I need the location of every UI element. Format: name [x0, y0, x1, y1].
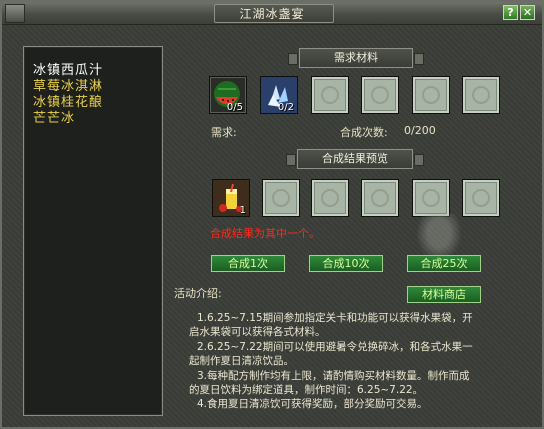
result-slot-empty[interactable] — [412, 179, 450, 217]
result-slot-empty[interactable] — [262, 179, 300, 217]
result-count: 1 — [239, 205, 246, 216]
result-slot-empty[interactable] — [462, 179, 500, 217]
material-count: 0/2 — [277, 102, 294, 113]
close-button[interactable]: ✕ — [520, 5, 535, 20]
material-slot[interactable]: 0/5 — [209, 76, 247, 114]
recipe-item[interactable]: 冰镇桂花酿 — [33, 95, 103, 111]
result-slot-empty[interactable] — [361, 179, 399, 217]
craft-25-button[interactable]: 合成25次 — [407, 255, 481, 272]
result-slot[interactable]: 1 — [212, 179, 250, 217]
craft-times-label: 合成次数: — [340, 126, 388, 139]
title-bar[interactable]: 江湖冰盏宴 ? ✕ — [2, 2, 542, 25]
intro-line: 的夏日饮料为绑定道具，制作时间：6.25~7.22。 — [189, 384, 424, 397]
craft-10-button[interactable]: 合成10次 — [309, 255, 383, 272]
material-slot-empty[interactable] — [361, 76, 399, 114]
material-slot[interactable]: 0/2 — [260, 76, 298, 114]
intro-label: 活动介绍: — [174, 287, 222, 300]
material-slot-empty[interactable] — [412, 76, 450, 114]
help-button[interactable]: ? — [503, 5, 518, 20]
material-shop-button[interactable]: 材料商店 — [407, 286, 481, 303]
material-count: 0/5 — [226, 102, 243, 113]
craft-1-button[interactable]: 合成1次 — [211, 255, 285, 272]
recipe-item[interactable]: 草莓冰淇淋 — [33, 79, 103, 95]
intro-line: 2.6.25~7.22期间可以使用避暑令兑换碎冰，和各式水果一 — [197, 340, 473, 353]
result-note: 合成结果为其中一个。 — [210, 227, 320, 240]
intro-line: 启水果袋可以获得各式材料。 — [189, 326, 326, 339]
intro-line: 3.每种配方制作均有上限，请酌情购买材料数量。制作而成 — [197, 369, 470, 382]
window-title: 江湖冰盏宴 — [239, 7, 305, 21]
recipe-item[interactable]: 芒芒冰 — [33, 111, 75, 127]
result-slot-empty[interactable] — [311, 179, 349, 217]
material-slot-empty[interactable] — [462, 76, 500, 114]
need-label: 需求: — [211, 126, 237, 139]
intro-line: 4.食用夏日清凉饮可获得奖励，部分奖励可交易。 — [197, 398, 428, 411]
materials-header: 需求材料 — [288, 48, 424, 68]
recipe-item[interactable]: 冰镇西瓜汁 — [33, 63, 103, 79]
recipe-list: 冰镇西瓜汁 草莓冰淇淋 冰镇桂花酿 芒芒冰 — [23, 46, 163, 416]
crafting-window: 江湖冰盏宴 ? ✕ 冰镇西瓜汁 草莓冰淇淋 冰镇桂花酿 芒芒冰 需求材料 0/5… — [0, 0, 544, 429]
material-slot-empty[interactable] — [311, 76, 349, 114]
result-header: 合成结果预览 — [286, 149, 424, 169]
craft-times-value: 0/200 — [404, 124, 436, 137]
intro-line: 起制作夏日清凉饮品。 — [189, 355, 294, 368]
intro-line: 1.6.25~7.15期间参加指定关卡和功能可以获得水果袋，开 — [197, 312, 473, 324]
activity-description: 1.6.25~7.15期间参加指定关卡和功能可以获得水果袋，开 启水果袋可以获得… — [189, 311, 519, 412]
